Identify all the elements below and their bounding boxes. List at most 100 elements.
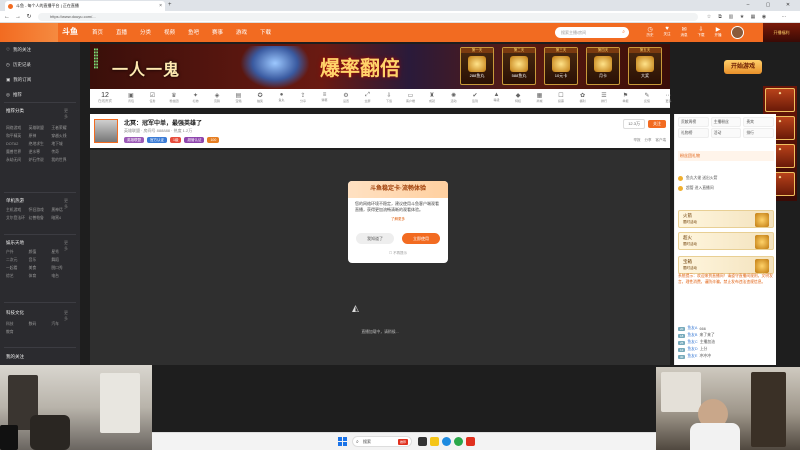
nav-item[interactable]: 视频 xyxy=(164,28,175,36)
toolbar-item[interactable]: ◈ 竞猜 xyxy=(208,92,226,103)
toolbar-item[interactable]: ▣ 背包 xyxy=(122,92,140,103)
new-tab-icon[interactable]: + xyxy=(168,2,172,8)
fan-gift-header[interactable]: 粉丝团礼物 xyxy=(678,151,774,161)
category-link[interactable]: DOTA2 xyxy=(6,142,29,147)
chat-tab[interactable]: 贵宾 xyxy=(743,117,775,127)
url-field[interactable]: https://www.douyu.com/... xyxy=(38,13,698,21)
popup-confirm-button[interactable]: 立即使用 xyxy=(402,233,440,244)
back-icon[interactable]: ← xyxy=(2,12,12,22)
more-link[interactable]: 更多 xyxy=(64,108,68,120)
category-link[interactable]: 科技 xyxy=(6,322,29,327)
message-icon[interactable]: ✉ 消息 xyxy=(677,26,691,38)
category-link[interactable]: 王者荣耀 xyxy=(51,126,74,131)
report-link[interactable]: 举报 xyxy=(634,138,641,143)
category-link[interactable]: 教育 xyxy=(6,330,29,335)
vip-count[interactable]: 12 在线贵宾 xyxy=(98,92,112,104)
favorites-icon[interactable]: ★ xyxy=(738,13,746,21)
category-link[interactable]: 怀旧游戏 xyxy=(29,208,52,213)
category-link[interactable]: 脱口秀 xyxy=(51,266,74,271)
video-player[interactable]: 斗鱼稳定卡·流畅体验 您的网络环境不稳定，建议使用斗鱼客户端观看直播，获得更加流… xyxy=(90,150,670,365)
toolbar-item[interactable]: ✔ 签到 xyxy=(466,92,484,103)
site-search-input[interactable]: 搜索主播/房间 ⌕ xyxy=(555,27,629,38)
streamer-avatar[interactable] xyxy=(94,119,118,143)
category-link[interactable]: 穿越火线 xyxy=(51,134,74,139)
start-button[interactable] xyxy=(338,437,347,446)
chat-tab[interactable]: 排行 xyxy=(743,128,775,138)
nav-item[interactable]: 下载 xyxy=(260,28,271,36)
category-link[interactable]: 美食 xyxy=(29,266,52,271)
category-link[interactable]: 二次元 xyxy=(6,258,29,263)
chat-tab[interactable]: 主播粉丝 xyxy=(710,117,742,127)
edge-browser-icon[interactable] xyxy=(442,437,451,446)
user-avatar[interactable] xyxy=(731,26,744,39)
maximize-icon[interactable]: ▢ xyxy=(760,0,776,11)
toolbar-item[interactable]: ● 鱼丸 xyxy=(273,92,291,102)
popup-learn-more-link[interactable]: 了解更多 xyxy=(348,217,448,222)
star-icon[interactable]: ☆ xyxy=(705,13,713,21)
category-link[interactable]: 星秀 xyxy=(51,250,74,255)
nav-item[interactable]: 游戏 xyxy=(236,28,247,36)
category-link[interactable]: 地下城 xyxy=(51,142,74,147)
popup-dismiss-button[interactable]: 我知道了 xyxy=(356,233,394,244)
sidebar-item-follow[interactable]: ♡ 我的关注 xyxy=(6,47,31,53)
toolbar-item[interactable]: ⇩ 下载 xyxy=(380,92,398,103)
toolbar-item[interactable]: ⚑ 举报 xyxy=(617,92,635,103)
gift-activity-card[interactable]: 火箭 限时活动 xyxy=(678,210,774,228)
split-icon[interactable]: ▥ xyxy=(727,13,735,21)
obs-icon[interactable] xyxy=(466,437,475,446)
toolbar-item[interactable]: ♜ 成就 xyxy=(423,92,441,103)
live-icon[interactable]: ▶ 开播 xyxy=(711,26,725,38)
toolbar-item[interactable]: ⚙ 设置 xyxy=(337,92,355,103)
category-link[interactable]: 电台 xyxy=(51,274,74,279)
category-link[interactable]: 音乐 xyxy=(29,258,52,263)
streamer-tag[interactable]: 英雄联盟 xyxy=(124,137,144,143)
category-link[interactable]: 舞蹈 xyxy=(51,258,74,263)
side-ad[interactable]: ◆ xyxy=(765,88,795,112)
game-ad-banner[interactable]: ▮▮▮ ▮▮▮ ▮▮▮ ▮▮▮ ▮▮▮ ▮▮▮ ▮▮▮ 一人一鬼 爆率翻倍 第一天 288鱼丸… xyxy=(90,44,670,89)
toolbar-item[interactable]: ✦ 礼物 xyxy=(187,92,205,103)
toolbar-item[interactable]: ⇪ 分享 xyxy=(294,92,312,103)
nav-item[interactable]: 首页 xyxy=(92,28,103,36)
toolbar-item[interactable]: ☰ 排行 xyxy=(595,92,613,103)
more-link[interactable]: 更多 xyxy=(64,310,68,322)
popup-dont-show-checkbox[interactable]: ☐ 不再提示 xyxy=(348,251,448,256)
category-link[interactable]: 炉石传说 xyxy=(29,158,52,163)
chat-tab[interactable]: 活动 xyxy=(710,128,742,138)
taskbar-search[interactable]: ⌕ 搜索 推荐 xyxy=(352,436,412,447)
category-link[interactable]: 幻兽帕鲁 xyxy=(29,216,52,221)
reload-icon[interactable]: ↻ xyxy=(24,12,34,22)
streamer-tag[interactable]: 官方认证 xyxy=(147,137,167,143)
history-icon[interactable]: ◷ 历史 xyxy=(643,26,657,38)
category-link[interactable]: 综艺 xyxy=(6,274,29,279)
toolbar-item[interactable]: ✪ 抽奖 xyxy=(251,92,269,103)
toolbar-item[interactable]: ✺ 活动 xyxy=(445,92,463,103)
toolbar-item[interactable]: ✎ 反馈 xyxy=(638,92,656,103)
chrome-icon[interactable] xyxy=(454,437,463,446)
category-link[interactable]: 英雄联盟 xyxy=(29,126,52,131)
site-logo[interactable]: 斗鱼 xyxy=(62,26,78,37)
category-link[interactable]: 传奇 xyxy=(51,150,74,155)
menu-icon[interactable]: ⋯ xyxy=(780,13,788,21)
toolbar-item[interactable]: ▭ 客户端 xyxy=(402,92,420,103)
forward-icon[interactable]: → xyxy=(13,12,23,22)
toolbar-item[interactable]: ≡ 弹幕 xyxy=(316,92,334,102)
category-link[interactable]: 艾尔登法环 xyxy=(6,216,29,221)
minimize-icon[interactable]: – xyxy=(740,0,756,11)
sidebar-item-recommend[interactable]: ◎ 推荐 xyxy=(6,92,22,98)
toolbar-item[interactable]: ✿ 福利 xyxy=(574,92,592,103)
chat-tab[interactable]: 贡献周榜 xyxy=(678,117,709,127)
toolbar-item[interactable]: ☐ 投票 xyxy=(552,92,570,103)
nav-item[interactable]: 赛事 xyxy=(212,28,223,36)
toolbar-item[interactable]: ⋯ 更多 xyxy=(660,92,678,103)
chat-tab[interactable]: 礼物榜 xyxy=(678,128,709,138)
header-right-ad[interactable]: 开播福利 xyxy=(763,23,800,42)
toolbar-item[interactable]: ▦ 商城 xyxy=(531,92,549,103)
download-icon[interactable]: ⇩ 下载 xyxy=(694,26,708,38)
toolbar-item[interactable]: ⤢ 全屏 xyxy=(359,92,377,103)
browser-tab[interactable]: 斗鱼 - 每个人的直播平台 | 正在直播 × xyxy=(5,1,165,11)
category-link[interactable]: 魔兽世界 xyxy=(6,150,29,155)
banner-cta-button[interactable]: 开始游戏 xyxy=(724,60,762,74)
category-link[interactable]: 原神 xyxy=(29,134,52,139)
follow-button[interactable]: 关注 xyxy=(648,120,666,128)
category-link[interactable]: 一起看 xyxy=(6,266,29,271)
